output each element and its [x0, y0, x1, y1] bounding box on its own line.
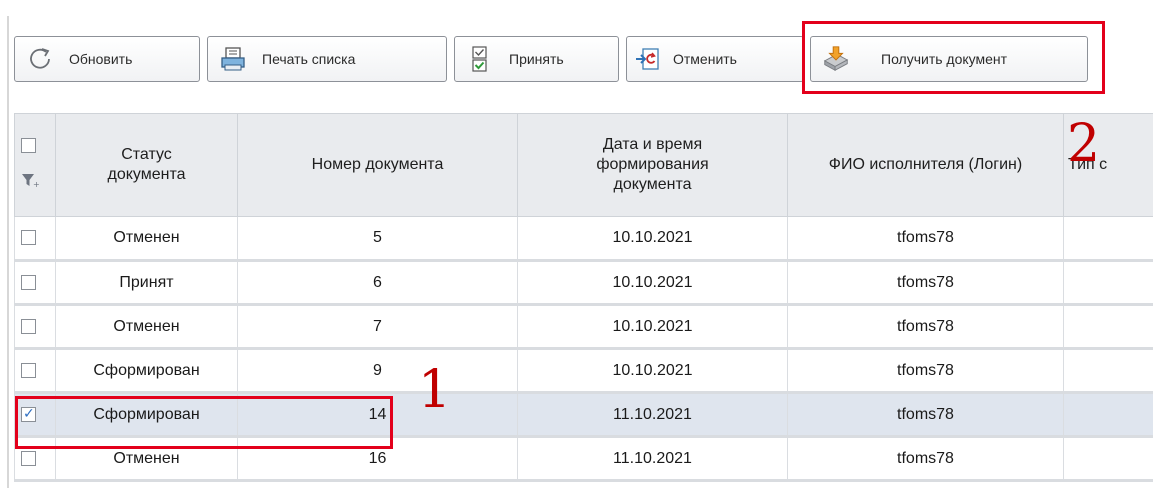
status-cell: Сформирован: [55, 392, 238, 438]
table-row[interactable]: Принят 6 10.10.2021 tfoms78: [14, 260, 1153, 306]
refresh-button-label: Обновить: [69, 51, 133, 67]
login-cell: tfoms78: [787, 348, 1064, 394]
column-header-executor[interactable]: ФИО исполнителя (Логин): [787, 113, 1064, 217]
number-cell: 14: [237, 392, 518, 438]
number-cell: 5: [237, 216, 518, 262]
status-cell: Отменен: [55, 216, 238, 262]
accept-button-label: Принять: [509, 51, 564, 67]
printer-icon: [218, 44, 248, 74]
row-checkbox-cell[interactable]: [14, 216, 56, 262]
get-document-button-label: Получить документ: [881, 51, 1008, 67]
select-all-checkbox[interactable]: [21, 138, 36, 154]
accept-icon: [465, 44, 495, 74]
cancel-button[interactable]: Отменить: [626, 36, 804, 82]
date-cell: 10.10.2021: [517, 216, 788, 262]
table-row-selected[interactable]: Сформирован 14 11.10.2021 tfoms78: [14, 392, 1153, 438]
number-cell: 16: [237, 436, 518, 482]
row-checkbox-cell[interactable]: [14, 436, 56, 482]
type-cell: [1063, 216, 1153, 262]
column-header-status[interactable]: Статус документа: [55, 113, 238, 217]
number-cell: 6: [237, 260, 518, 306]
login-cell: tfoms78: [787, 260, 1064, 306]
login-cell: tfoms78: [787, 436, 1064, 482]
status-cell: Сформирован: [55, 348, 238, 394]
row-checkbox-cell[interactable]: [14, 260, 56, 306]
cancel-icon: [633, 44, 663, 74]
print-list-button[interactable]: Печать списка: [207, 36, 447, 82]
refresh-button[interactable]: Обновить: [14, 36, 200, 82]
login-cell: tfoms78: [787, 304, 1064, 350]
row-checkbox[interactable]: [21, 274, 36, 290]
login-cell: tfoms78: [787, 392, 1064, 438]
svg-text:+: +: [33, 180, 39, 188]
date-cell: 10.10.2021: [517, 304, 788, 350]
documents-table: + Статус документа Номер документа Дата …: [14, 113, 1153, 482]
get-document-button[interactable]: Получить документ: [810, 36, 1088, 82]
get-document-icon: [821, 44, 851, 74]
print-list-button-label: Печать списка: [262, 51, 356, 67]
step-marker-1: 1: [418, 360, 452, 420]
date-cell: 11.10.2021: [517, 392, 788, 438]
row-checkbox-cell[interactable]: [14, 392, 56, 438]
row-checkbox-checked[interactable]: [21, 405, 36, 422]
type-cell: [1063, 260, 1153, 306]
date-cell: 11.10.2021: [517, 436, 788, 482]
left-border: [7, 16, 9, 488]
number-cell: 9: [237, 348, 518, 394]
status-cell: Отменен: [55, 436, 238, 482]
filter-icon[interactable]: +: [21, 172, 40, 194]
row-checkbox[interactable]: [21, 318, 36, 334]
column-header-date[interactable]: Дата и время формирования документа: [517, 113, 788, 217]
select-all-header[interactable]: +: [14, 113, 56, 217]
table-row[interactable]: Отменен 16 11.10.2021 tfoms78: [14, 436, 1153, 482]
table-row[interactable]: Сформирован 9 10.10.2021 tfoms78: [14, 348, 1153, 394]
type-cell: [1063, 392, 1153, 438]
type-cell: [1063, 348, 1153, 394]
refresh-icon: [25, 44, 55, 74]
step-marker-2: 2: [1067, 114, 1101, 174]
row-checkbox[interactable]: [21, 230, 36, 246]
cancel-button-label: Отменить: [673, 51, 737, 67]
accept-button[interactable]: Принять: [454, 36, 619, 82]
date-cell: 10.10.2021: [517, 260, 788, 306]
row-checkbox-cell[interactable]: [14, 348, 56, 394]
table-row[interactable]: Отменен 7 10.10.2021 tfoms78: [14, 304, 1153, 350]
row-checkbox[interactable]: [21, 450, 36, 466]
type-cell: [1063, 436, 1153, 482]
row-checkbox[interactable]: [21, 362, 36, 378]
table-header-row: + Статус документа Номер документа Дата …: [14, 113, 1153, 217]
status-cell: Отменен: [55, 304, 238, 350]
date-cell: 10.10.2021: [517, 348, 788, 394]
type-cell: [1063, 304, 1153, 350]
table-row[interactable]: Отменен 5 10.10.2021 tfoms78: [14, 216, 1153, 262]
status-cell: Принят: [55, 260, 238, 306]
login-cell: tfoms78: [787, 216, 1064, 262]
row-checkbox-cell[interactable]: [14, 304, 56, 350]
number-cell: 7: [237, 304, 518, 350]
column-header-number[interactable]: Номер документа: [237, 113, 518, 217]
